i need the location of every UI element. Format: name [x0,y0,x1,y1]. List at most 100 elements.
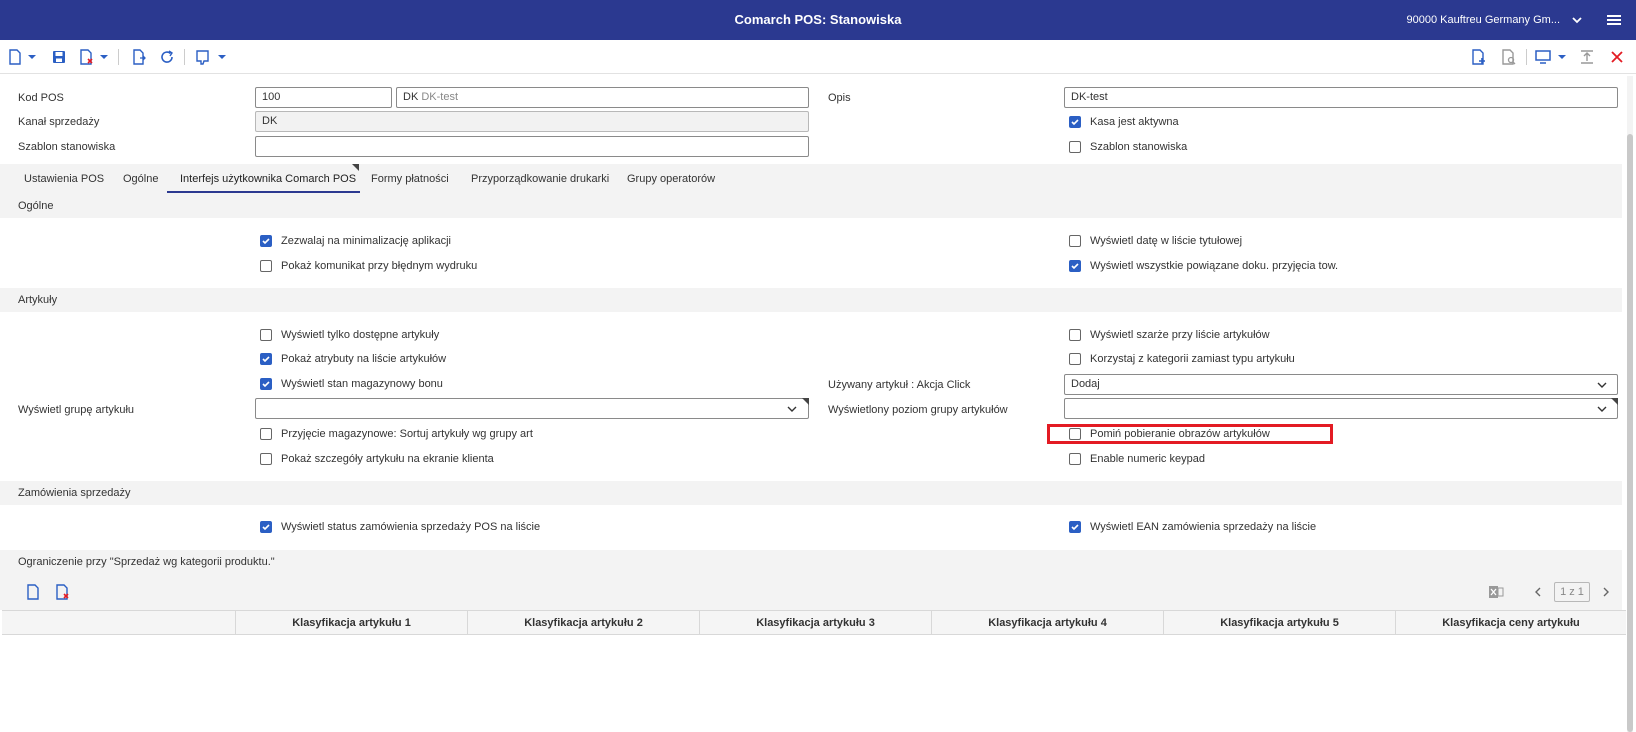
dokumenty-checkbox[interactable]: Wyświetl wszystkie powiązane doku. przyj… [1069,260,1338,272]
status-zamowienia-label: Wyświetl status zamówienia sprzedaży POS… [281,521,541,533]
display-icon[interactable] [1534,48,1552,66]
tab-interfejs-uzytkownika[interactable]: Interfejs użytkownika Comarch POS [180,173,356,185]
hamburger-menu-icon[interactable] [1606,12,1622,28]
kanal-sprzedazy-label: Kanał sprzedaży [18,116,100,128]
grid-column-header[interactable]: Klasyfikacja artykułu 1 [235,611,467,634]
ean-zamowienia-label: Wyświetl EAN zamówienia sprzedaży na liś… [1090,521,1317,533]
kod-pos-label: Kod POS [18,92,64,104]
name-prefix: DK [403,91,419,103]
pager-input[interactable]: 1 z 1 [1554,582,1590,602]
tab-ustawienia-pos[interactable]: Ustawienia POS [24,173,104,185]
szablon-stanowiska-checkbox[interactable]: Szablon stanowiska [1069,141,1187,153]
toolbar-divider [184,49,185,65]
highlight-box [1047,424,1333,444]
active-tab-indicator [167,191,360,193]
opis-input[interactable]: DK-test [1064,87,1618,108]
add-row-icon[interactable] [26,584,40,600]
chevron-left-icon[interactable] [1532,586,1544,598]
kategorie-checkbox[interactable]: Korzystaj z kategorii zamiast typu artyk… [1069,353,1295,365]
poziom-grupy-label: Wyświetlony poziom grupy artykułów [828,404,1008,416]
grupa-artykulu-select[interactable] [255,398,809,419]
chevron-down-icon[interactable] [1570,13,1584,27]
sortuj-checkbox[interactable]: Przyjęcie magazynowe: Sortuj artykuły wg… [260,428,533,440]
section-zamowienia-title: Zamówienia sprzedaży [18,487,131,499]
tab-formy-platnosci[interactable]: Formy płatności [371,173,449,185]
ean-zamowienia-checkbox[interactable]: Wyświetl EAN zamówienia sprzedaży na liś… [1069,521,1316,533]
chevron-down-icon[interactable] [1596,403,1608,415]
kasa-aktywna-label: Kasa jest aktywna [1090,116,1179,128]
chevron-down-icon[interactable] [786,403,798,415]
grid-column-header[interactable]: Klasyfikacja artykułu 5 [1163,611,1395,634]
szczegoly-checkbox[interactable]: Pokaż szczegóły artykułu na ekranie klie… [260,453,494,465]
company-selector[interactable]: 90000 Kauftreu Germany Gm... [1407,14,1560,26]
section-ogolne-title: Ogólne [18,200,54,212]
checkbox-unchecked-icon [1069,353,1081,365]
preview-document-icon[interactable] [1500,48,1518,66]
szarze-checkbox[interactable]: Wyświetl szarże przy liście artykułów [1069,329,1270,341]
app-window: Comarch POS: Stanowiska 90000 Kauftreu G… [0,0,1636,732]
grid-column-header[interactable]: Klasyfikacja artykułu 3 [699,611,931,634]
akcja-click-select[interactable]: Dodaj [1064,374,1618,395]
status-zamowienia-checkbox[interactable]: Wyświetl status zamówienia sprzedaży POS… [260,521,540,533]
new-dropdown-icon[interactable] [26,48,38,66]
tab-grupy-operatorow[interactable]: Grupy operatorów [627,173,715,185]
tylko-dostepne-label: Wyświetl tylko dostępne artykuły [281,329,440,341]
display-dropdown-icon[interactable] [1556,48,1568,66]
chevron-down-icon[interactable] [1596,379,1608,391]
toolbar-divider [1526,49,1527,65]
scrollbar-thumb[interactable] [1627,134,1633,732]
window-title: Comarch POS: Stanowiska [734,12,902,27]
kasa-aktywna-checkbox[interactable]: Kasa jest aktywna [1069,116,1179,128]
komunikat-checkbox[interactable]: Pokaż komunikat przy błędnym wydruku [260,260,477,272]
kod-pos-input[interactable]: 100 [255,87,392,108]
grid-header: Klasyfikacja artykułu 1 Klasyfikacja art… [2,610,1626,635]
copy-document-icon[interactable] [130,48,148,66]
checkbox-unchecked-icon [1069,453,1081,465]
tab-przyporzadkowanie-drukarki[interactable]: Przyporządkowanie drukarki [471,173,609,185]
close-icon[interactable] [1608,48,1626,66]
checkbox-unchecked-icon [260,260,272,272]
save-icon[interactable] [50,48,68,66]
grid-column-header[interactable]: Klasyfikacja artykułu 4 [931,611,1163,634]
poziom-grupy-select[interactable] [1064,398,1618,419]
section-ogolne: Ogólne [0,194,1622,218]
tab-corner-marker [352,164,359,171]
tab-ogolne[interactable]: Ogólne [123,173,158,185]
section-zamowienia: Zamówienia sprzedaży [0,481,1622,505]
tylko-dostepne-checkbox[interactable]: Wyświetl tylko dostępne artykuły [260,329,439,341]
dokumenty-label: Wyświetl wszystkie powiązane doku. przyj… [1090,260,1339,272]
minimalizacja-checkbox[interactable]: Zezwalaj na minimalizację aplikacji [260,235,451,247]
komunikat-label: Pokaż komunikat przy błędnym wydruku [281,260,478,272]
delete-row-icon[interactable] [55,584,71,600]
new-document-icon[interactable] [6,48,24,66]
print-dropdown-icon[interactable] [216,48,228,66]
collapse-icon[interactable] [1578,48,1596,66]
checkbox-checked-icon [260,353,272,365]
name-input[interactable]: DK DK-test [396,87,809,108]
checkbox-unchecked-icon [260,428,272,440]
checkbox-checked-icon [1069,521,1081,533]
name-value: DK-test [421,91,459,103]
print-icon[interactable] [194,48,212,66]
kanal-sprzedazy-input[interactable]: DK [255,111,809,132]
checkbox-checked-icon [1069,260,1081,272]
checkbox-unchecked-icon [260,453,272,465]
excel-export-icon[interactable] [1488,584,1504,600]
chevron-right-icon[interactable] [1600,586,1612,598]
atrybuty-checkbox[interactable]: Pokaż atrybuty na liście artykułów [260,353,446,365]
akcja-click-label: Używany artykuł : Akcja Click [828,379,971,391]
grid-column-header[interactable]: Klasyfikacja artykułu 2 [467,611,699,634]
save-dropdown-icon[interactable] [98,48,110,66]
numeric-keypad-checkbox[interactable]: Enable numeric keypad [1069,453,1205,465]
szablon-stanowiska-input[interactable] [255,136,809,157]
stan-bonu-checkbox[interactable]: Wyświetl stan magazynowy bonu [260,378,443,390]
grid-column-header[interactable]: Klasyfikacja ceny artykułu [1395,611,1626,634]
checkbox-checked-icon [260,235,272,247]
refresh-icon[interactable] [158,48,176,66]
add-document-icon[interactable] [1470,48,1488,66]
save-close-icon[interactable] [78,48,96,66]
field-corner-marker [1611,398,1618,405]
szablon-stanowiska-label: Szablon stanowiska [18,141,116,153]
data-tytul-checkbox[interactable]: Wyświetl datę w liście tytułowej [1069,235,1242,247]
szczegoly-label: Pokaż szczegóły artykułu na ekranie klie… [281,453,494,465]
